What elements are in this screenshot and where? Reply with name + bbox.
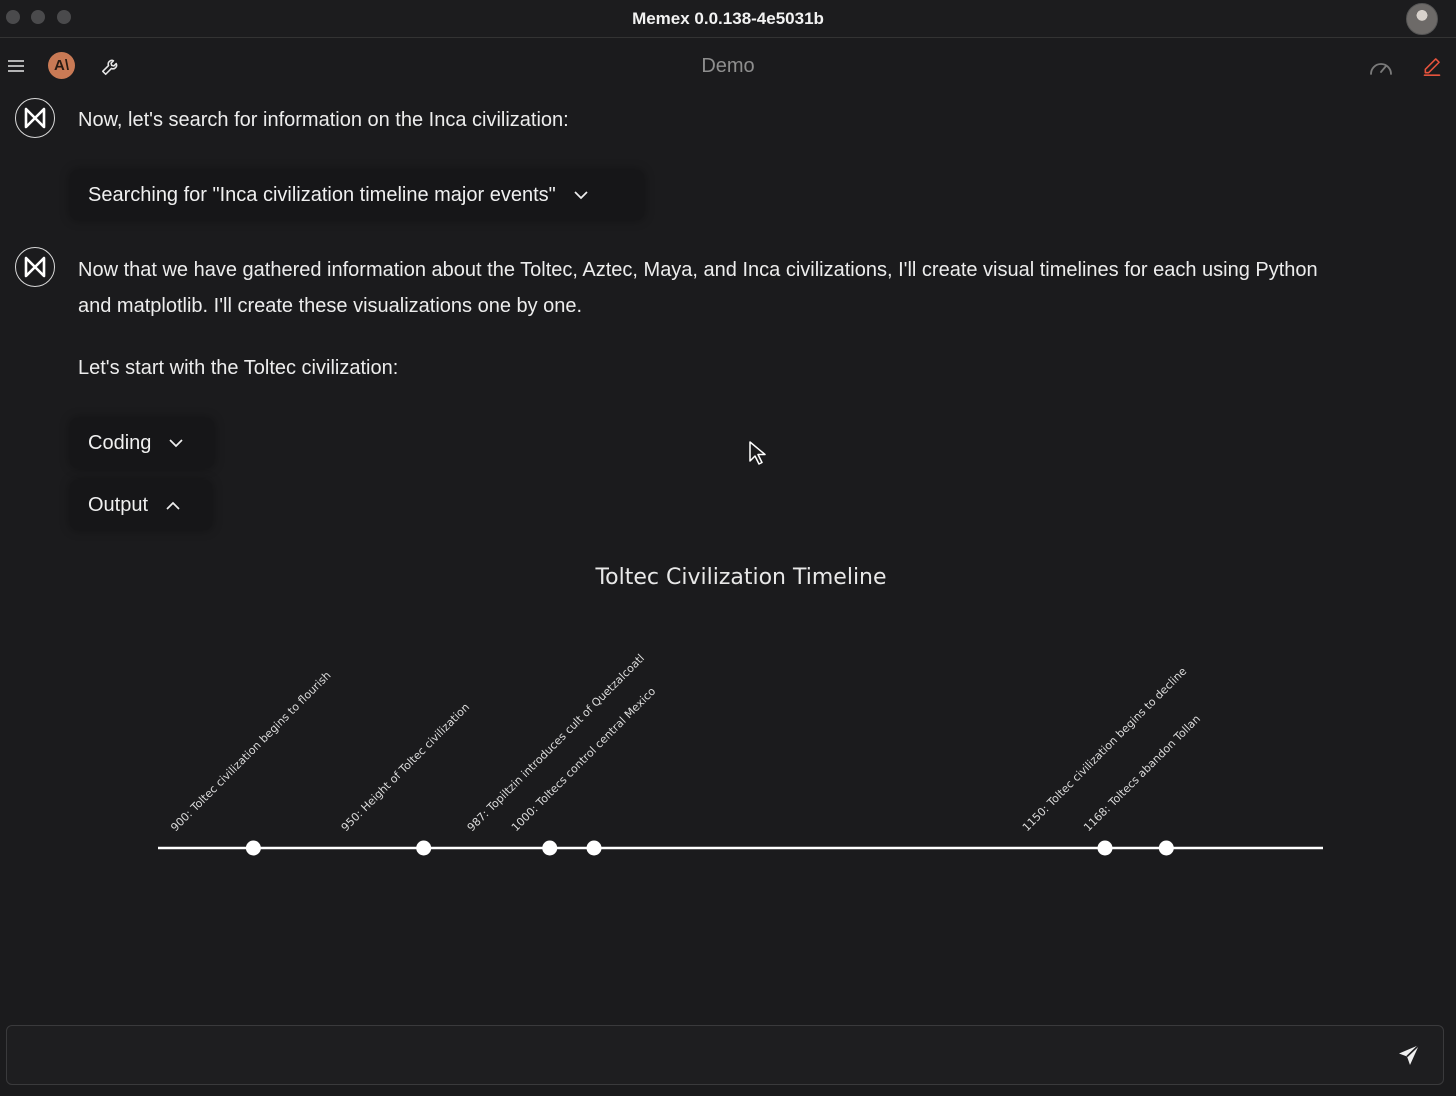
chevron-down-icon xyxy=(574,190,588,199)
output-toggle[interactable]: Output xyxy=(70,480,212,530)
send-icon xyxy=(1399,1044,1420,1065)
chevron-up-icon xyxy=(166,501,180,510)
edit-icon[interactable] xyxy=(1420,54,1444,78)
gauge-icon[interactable] xyxy=(1368,56,1394,78)
search-status-label: Searching for "Inca civilization timelin… xyxy=(88,183,556,206)
timeline-point-1000 xyxy=(586,840,602,856)
timeline-label-900: 900: Toltec civilization begins to flour… xyxy=(168,669,333,834)
timeline-events: 900: Toltec civilization begins to flour… xyxy=(168,652,1203,856)
send-button[interactable] xyxy=(1397,1043,1423,1069)
coding-toggle-label: Coding xyxy=(88,431,152,454)
timeline-point-987 xyxy=(542,840,558,856)
timeline-label-987: 987: Topiltzin introduces cult of Quetza… xyxy=(465,652,647,834)
assistant-message-text: Now, let's search for information on the… xyxy=(78,109,569,131)
assistant-message-line: Now that we have gathered information ab… xyxy=(78,259,1318,281)
window-title: Memex 0.0.138-4e5031b xyxy=(632,9,824,28)
timeline-label-950: 950: Height of Toltec civilization xyxy=(339,701,473,835)
timeline-label-1168: 1168: Toltecs abandon Tollan xyxy=(1081,712,1203,834)
timeline-point-900 xyxy=(245,840,261,856)
assistant-avatar xyxy=(15,98,55,138)
chevron-down-icon xyxy=(169,438,183,447)
mouse-cursor-icon xyxy=(749,441,766,465)
search-status-toggle[interactable]: Searching for "Inca civilization timelin… xyxy=(70,170,644,220)
chat-input-bar xyxy=(6,1025,1444,1085)
assistant-message-line: Let's start with the Toltec civilization… xyxy=(78,357,399,379)
window-titlebar: Memex 0.0.138-4e5031b xyxy=(0,0,1456,38)
output-toggle-label: Output xyxy=(88,493,149,516)
timeline-point-1150 xyxy=(1097,840,1113,856)
timeline-point-950 xyxy=(416,840,432,856)
coding-toggle[interactable]: Coding xyxy=(70,418,214,468)
toltec-timeline-chart: Toltec Civilization Timeline 900: Toltec… xyxy=(158,565,1323,856)
chart-title: Toltec Civilization Timeline xyxy=(594,565,886,590)
app-toolbar: A\ Demo xyxy=(0,38,1456,94)
conversation-title: Demo xyxy=(701,55,755,77)
timeline-point-1168 xyxy=(1158,840,1174,856)
chat-input[interactable] xyxy=(19,1036,1383,1076)
user-avatar[interactable] xyxy=(1406,3,1438,35)
assistant-message-line: and matplotlib. I'll create these visual… xyxy=(78,295,583,317)
assistant-avatar xyxy=(15,247,55,287)
